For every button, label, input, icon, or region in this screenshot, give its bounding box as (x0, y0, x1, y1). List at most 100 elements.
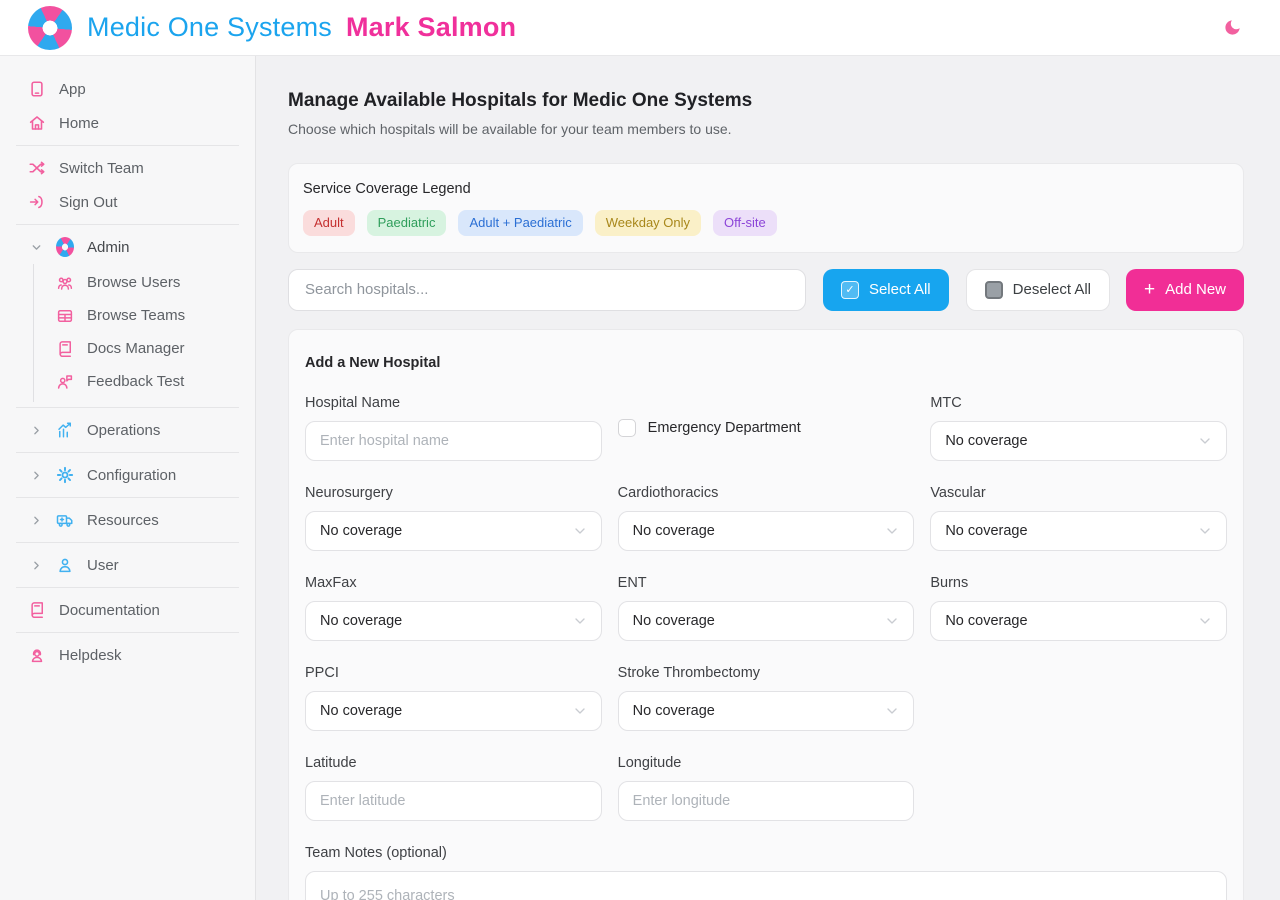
deselect-all-button[interactable]: Deselect All (966, 269, 1110, 311)
sidebar-item-switch-team[interactable]: Switch Team (0, 151, 255, 185)
latitude-input[interactable] (305, 781, 602, 821)
add-new-button[interactable]: + Add New (1126, 269, 1244, 311)
mtc-select[interactable]: No coverage (930, 421, 1227, 461)
users-group-icon (56, 274, 74, 292)
sidebar-divider (16, 497, 239, 498)
longitude-input[interactable] (618, 781, 915, 821)
service-coverage-legend: Service Coverage Legend Adult Paediatric… (288, 163, 1244, 253)
select-value: No coverage (320, 703, 402, 719)
burns-select[interactable]: No coverage (930, 601, 1227, 641)
emergency-department-checkbox[interactable] (618, 419, 636, 437)
stroke-thrombectomy-select[interactable]: No coverage (618, 691, 915, 731)
sidebar-item-docs-manager[interactable]: Docs Manager (34, 332, 255, 365)
select-all-button[interactable]: ✓ Select All (823, 269, 949, 311)
select-value: No coverage (320, 523, 402, 539)
field-label: Longitude (618, 755, 915, 771)
sidebar-item-label: Helpdesk (59, 647, 122, 664)
select-value: No coverage (633, 523, 715, 539)
chevron-down-icon (29, 240, 43, 254)
sidebar-item-browse-teams[interactable]: Browse Teams (34, 299, 255, 332)
chevron-down-icon (572, 613, 588, 629)
field-label: Vascular (930, 485, 1227, 501)
current-user-name: Mark Salmon (346, 12, 516, 43)
deselect-all-label: Deselect All (1013, 281, 1091, 298)
sidebar-item-helpdesk[interactable]: Helpdesk (0, 638, 255, 672)
sidebar-item-admin[interactable]: Admin (0, 230, 255, 264)
sidebar-item-operations[interactable]: Operations (0, 413, 255, 447)
chevron-down-icon (1197, 523, 1213, 539)
field-stroke-thrombectomy: Stroke Thrombectomy No coverage (618, 665, 915, 731)
sidebar-item-feedback-test[interactable]: Feedback Test (34, 365, 255, 398)
ent-select[interactable]: No coverage (618, 601, 915, 641)
home-icon (28, 114, 46, 132)
book-icon (56, 340, 74, 358)
select-value: No coverage (945, 433, 1027, 449)
page-title: Manage Available Hospitals for Medic One… (288, 90, 1244, 112)
checkbox-filled-icon (985, 281, 1003, 299)
maxfax-select[interactable]: No coverage (305, 601, 602, 641)
field-label: Latitude (305, 755, 602, 771)
field-vascular: Vascular No coverage (930, 485, 1227, 551)
field-label: ENT (618, 575, 915, 591)
hospital-name-input[interactable] (305, 421, 602, 461)
sidebar-item-browse-users[interactable]: Browse Users (34, 266, 255, 299)
sidebar-item-sign-out[interactable]: Sign Out (0, 185, 255, 219)
dark-mode-toggle[interactable] (1216, 12, 1248, 44)
sidebar-item-label: Sign Out (59, 194, 117, 211)
field-neurosurgery: Neurosurgery No coverage (305, 485, 602, 551)
person-icon (56, 556, 74, 574)
admin-submenu: Browse Users Browse Teams Docs Manager F… (33, 264, 255, 402)
chevron-right-icon (29, 468, 43, 482)
sidebar-item-label: Browse Teams (87, 307, 185, 324)
neurosurgery-select[interactable]: No coverage (305, 511, 602, 551)
sidebar-item-configuration[interactable]: Configuration (0, 458, 255, 492)
form-title: Add a New Hospital (305, 355, 1227, 371)
chevron-right-icon (29, 558, 43, 572)
chevron-right-icon (29, 423, 43, 437)
legend-title: Service Coverage Legend (303, 181, 1229, 197)
ambulance-icon (56, 511, 74, 529)
sidebar-item-app[interactable]: App (0, 72, 255, 106)
field-hospital-name: Hospital Name (305, 395, 602, 461)
sidebar-item-label: Switch Team (59, 160, 144, 177)
crescent-moon-icon (1223, 18, 1242, 37)
sidebar-item-user[interactable]: User (0, 548, 255, 582)
sidebar-item-label: Docs Manager (87, 340, 185, 357)
field-label: PPCI (305, 665, 602, 681)
sidebar-item-label: Operations (87, 422, 160, 439)
field-label: Hospital Name (305, 395, 602, 411)
chevron-right-icon (29, 513, 43, 527)
field-ppci: PPCI No coverage (305, 665, 602, 731)
sidebar: App Home Switch Team Sign Out (0, 56, 256, 900)
field-emergency-department: Emergency Department (618, 395, 915, 461)
field-mtc: MTC No coverage (930, 395, 1227, 461)
legend-chip-weekday-only: Weekday Only (595, 210, 701, 236)
book-icon (28, 601, 46, 619)
chevron-down-icon (1197, 433, 1213, 449)
field-label: Emergency Department (648, 420, 801, 436)
cardiothoracics-select[interactable]: No coverage (618, 511, 915, 551)
field-label: MaxFax (305, 575, 602, 591)
chevron-down-icon (884, 523, 900, 539)
sidebar-item-home[interactable]: Home (0, 106, 255, 140)
search-input[interactable] (288, 269, 806, 311)
brand-name: Medic One Systems (87, 12, 332, 43)
sidebar-divider (16, 224, 239, 225)
sidebar-item-label: Documentation (59, 602, 160, 619)
plus-icon: + (1144, 280, 1155, 299)
select-value: No coverage (945, 523, 1027, 539)
sidebar-item-label: Resources (87, 512, 159, 529)
vascular-select[interactable]: No coverage (930, 511, 1227, 551)
sidebar-item-resources[interactable]: Resources (0, 503, 255, 537)
sidebar-item-label: Configuration (87, 467, 176, 484)
select-value: No coverage (945, 613, 1027, 629)
chevron-down-icon (884, 703, 900, 719)
legend-chip-off-site: Off-site (713, 210, 777, 236)
team-notes-textarea[interactable] (305, 871, 1227, 900)
field-label: Team Notes (optional) (305, 845, 1227, 861)
sidebar-item-documentation[interactable]: Documentation (0, 593, 255, 627)
select-value: No coverage (320, 613, 402, 629)
legend-chip-adult-paediatric: Adult + Paediatric (458, 210, 582, 236)
ppci-select[interactable]: No coverage (305, 691, 602, 731)
checkbox-checked-icon: ✓ (841, 281, 859, 299)
